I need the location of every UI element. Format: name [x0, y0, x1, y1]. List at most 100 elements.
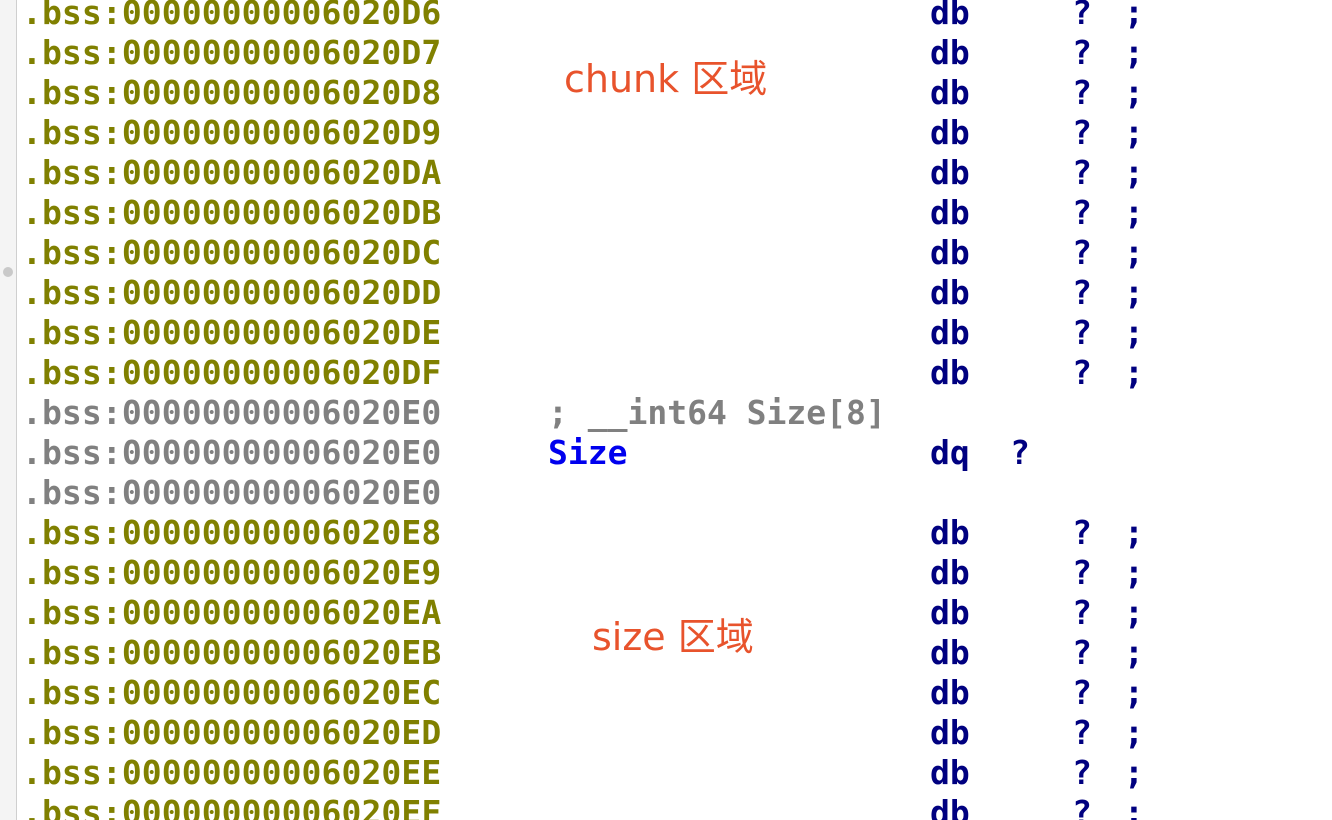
operand: ?	[1072, 113, 1092, 152]
operand: ?	[1072, 73, 1092, 112]
operand: ?	[1072, 633, 1092, 672]
operand: ?	[1072, 793, 1092, 820]
operand: ?	[1010, 433, 1030, 472]
operand: ?	[1072, 673, 1092, 712]
address: .bss:00000000006020EA	[22, 593, 442, 632]
operand: ?	[1072, 193, 1092, 232]
directive: db	[930, 233, 970, 272]
comment-marker: ;	[1124, 673, 1144, 712]
listing-row[interactable]: .bss:00000000006020EF db?;	[22, 793, 1322, 820]
directive: db	[930, 193, 970, 232]
address: .bss:00000000006020D6	[22, 0, 442, 32]
directive: db	[930, 153, 970, 192]
comment-marker: ;	[1124, 513, 1144, 552]
listing-row[interactable]: .bss:00000000006020DD db?;	[22, 273, 1322, 313]
directive: db	[930, 33, 970, 72]
comment-marker: ;	[1124, 353, 1144, 392]
listing-row[interactable]: .bss:00000000006020DC db?;	[22, 233, 1322, 273]
directive: db	[930, 633, 970, 672]
listing-row[interactable]: .bss:00000000006020D6 db?;	[22, 0, 1322, 33]
address: .bss:00000000006020DC	[22, 233, 442, 272]
address: .bss:00000000006020ED	[22, 713, 442, 752]
listing-row[interactable]: .bss:00000000006020DF db?;	[22, 353, 1322, 393]
left-gutter	[0, 0, 17, 820]
listing-row[interactable]: .bss:00000000006020EE db?;	[22, 753, 1322, 793]
disassembly-view[interactable]: .bss:00000000006020D6 db?; .bss:0000000000…	[0, 0, 1332, 820]
comment-marker: ;	[1124, 593, 1144, 632]
comment-marker: ;	[1124, 73, 1144, 112]
address: .bss:00000000006020D9	[22, 113, 442, 152]
symbol-name-size[interactable]: Size	[548, 433, 627, 473]
address: .bss:00000000006020E9	[22, 553, 442, 592]
directive: db	[930, 113, 970, 152]
comment-marker: ;	[1124, 313, 1144, 352]
listing-row[interactable]: .bss:00000000006020EC db?;	[22, 673, 1322, 713]
directive: db	[930, 553, 970, 592]
address: .bss:00000000006020E0	[22, 393, 442, 432]
directive: db	[930, 793, 970, 820]
operand: ?	[1072, 313, 1092, 352]
comment-marker: ;	[1124, 753, 1144, 792]
address: .bss:00000000006020DF	[22, 353, 442, 392]
address: .bss:00000000006020E0	[22, 433, 442, 472]
bss-listing: .bss:00000000006020D6 db?; .bss:0000000000…	[22, 0, 1322, 820]
address: .bss:00000000006020E8	[22, 513, 442, 552]
comment-marker: ;	[1124, 33, 1144, 72]
address: .bss:00000000006020D7	[22, 33, 442, 72]
comment-marker: ;	[1124, 113, 1144, 152]
address: .bss:00000000006020EE	[22, 753, 442, 792]
operand: ?	[1072, 713, 1092, 752]
comment-marker: ;	[1124, 633, 1144, 672]
operand: ?	[1072, 753, 1092, 792]
listing-row[interactable]: .bss:00000000006020DB db?;	[22, 193, 1322, 233]
operand: ?	[1072, 33, 1092, 72]
operand: ?	[1072, 153, 1092, 192]
directive: db	[930, 753, 970, 792]
directive: db	[930, 353, 970, 392]
listing-row[interactable]: .bss:00000000006020DA db?;	[22, 153, 1322, 193]
comment-marker: ;	[1124, 273, 1144, 312]
comment-marker: ;	[1124, 193, 1144, 232]
directive: dq	[930, 433, 970, 472]
blank-line[interactable]: .bss:00000000006020E0	[22, 473, 1322, 513]
chunk-region-annotation: chunk 区域	[564, 57, 768, 101]
declaration-line[interactable]: .bss:00000000006020E0 Size dq ?	[22, 433, 1322, 473]
comment-marker: ;	[1124, 553, 1144, 592]
directive: db	[930, 273, 970, 312]
comment-marker: ;	[1124, 153, 1144, 192]
operand: ?	[1072, 273, 1092, 312]
size-region-annotation: size 区域	[592, 615, 754, 659]
rows-after-size: .bss:00000000006020E8 db?; .bss:0000000000…	[22, 513, 1322, 820]
directive: db	[930, 673, 970, 712]
address: .bss:00000000006020E0	[22, 473, 442, 512]
directive: db	[930, 713, 970, 752]
listing-row[interactable]: .bss:00000000006020DE db?;	[22, 313, 1322, 353]
address: .bss:00000000006020DB	[22, 193, 442, 232]
operand: ?	[1072, 553, 1092, 592]
type-comment: ; __int64 Size[8]	[548, 393, 886, 432]
comment-marker: ;	[1124, 793, 1144, 820]
operand: ?	[1072, 0, 1092, 32]
directive: db	[930, 593, 970, 632]
listing-row[interactable]: .bss:00000000006020ED db?;	[22, 713, 1322, 753]
operand: ?	[1072, 513, 1092, 552]
comment-marker: ;	[1124, 0, 1144, 32]
comment-marker: ;	[1124, 233, 1144, 272]
declaration-comment-line[interactable]: .bss:00000000006020E0 ; __int64 Size[8]	[22, 393, 1322, 433]
address: .bss:00000000006020DA	[22, 153, 442, 192]
address: .bss:00000000006020EB	[22, 633, 442, 672]
directive: db	[930, 313, 970, 352]
address: .bss:00000000006020DE	[22, 313, 442, 352]
address: .bss:00000000006020EF	[22, 793, 442, 820]
operand: ?	[1072, 233, 1092, 272]
operand: ?	[1072, 353, 1092, 392]
directive: db	[930, 513, 970, 552]
listing-row[interactable]: .bss:00000000006020E9 db?;	[22, 553, 1322, 593]
directive: db	[930, 73, 970, 112]
listing-row[interactable]: .bss:00000000006020E8 db?;	[22, 513, 1322, 553]
address: .bss:00000000006020D8	[22, 73, 442, 112]
gutter-marker-icon[interactable]	[3, 267, 13, 277]
address: .bss:00000000006020EC	[22, 673, 442, 712]
operand: ?	[1072, 593, 1092, 632]
listing-row[interactable]: .bss:00000000006020D9 db?;	[22, 113, 1322, 153]
